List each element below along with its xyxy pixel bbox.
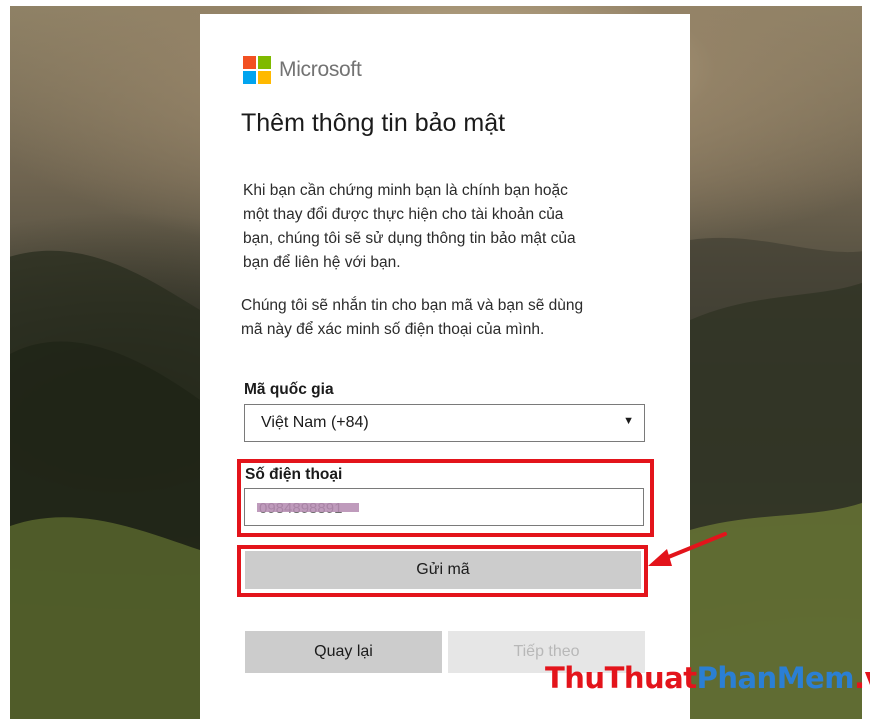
brand-name: Microsoft (279, 58, 362, 81)
intro-line: Khi bạn cần chứng minh bạn là chính bạn … (243, 182, 568, 199)
dropdown-arrow-icon: ▼ (623, 415, 634, 427)
windows-logo-icon (243, 56, 271, 84)
sms-line: mã này để xác minh số điện thoại của mìn… (241, 321, 545, 338)
sms-text: Chúng tôi sẽ nhắn tin cho bạn mã và bạn … (241, 294, 671, 342)
signin-card: Microsoft Thêm thông tin bảo mật Khi bạn… (200, 14, 690, 719)
phone-number-input[interactable]: 0984898891 (244, 488, 644, 526)
watermark-part-3: .vn (853, 661, 870, 695)
phone-number-label: Số điện thoại (245, 466, 343, 483)
page-title: Thêm thông tin bảo mật (241, 109, 506, 137)
redaction-bar (257, 503, 359, 512)
country-code-label: Mã quốc gia (244, 381, 334, 398)
country-code-value: Việt Nam (+84) (261, 414, 369, 431)
country-code-select[interactable]: Việt Nam (+84) ▼ (244, 404, 645, 442)
watermark-part-2: PhanMem (696, 661, 855, 695)
site-watermark: ThuThuatPhanMem.vn (545, 661, 870, 695)
red-arrow-icon (648, 532, 727, 566)
sms-line: Chúng tôi sẽ nhắn tin cho bạn mã và bạn … (241, 297, 584, 314)
intro-text: Khi bạn cần chứng minh bạn là chính bạn … (243, 179, 663, 275)
microsoft-logo: Microsoft (243, 56, 362, 84)
intro-line: một thay đổi được thực hiện cho tài khoả… (243, 206, 564, 223)
send-code-button[interactable]: Gửi mã (245, 551, 641, 589)
intro-line: bạn, chúng tôi sẽ sử dụng thông tin bảo … (243, 230, 576, 247)
watermark-part-1: ThuThuat (545, 661, 697, 695)
intro-line: bạn để liên hệ với bạn. (243, 254, 401, 271)
back-button[interactable]: Quay lại (245, 631, 442, 673)
